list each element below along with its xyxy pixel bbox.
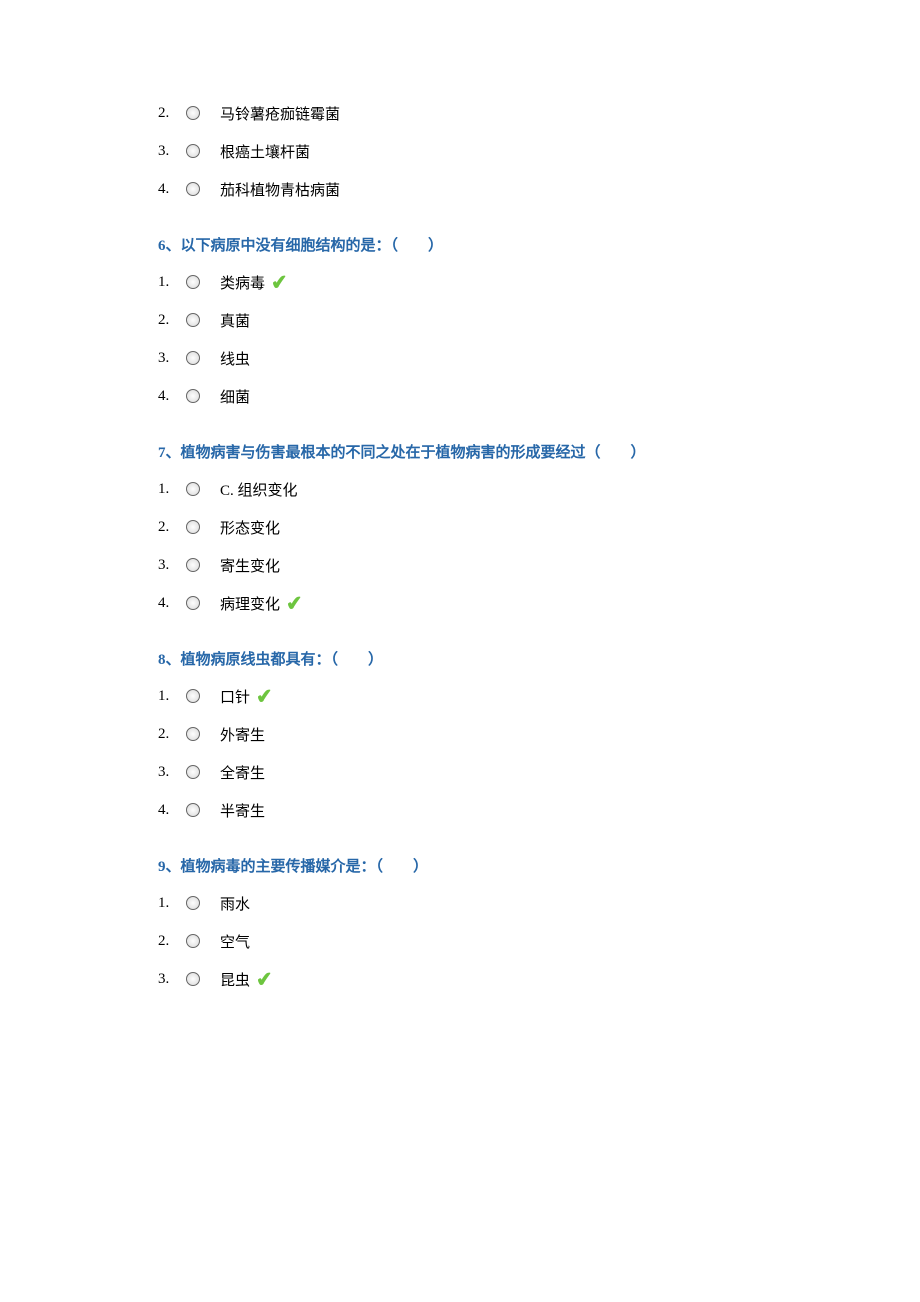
option-number: 2. bbox=[158, 105, 184, 122]
radio-icon[interactable] bbox=[186, 727, 200, 741]
question-title: 9、植物病毒的主要传播媒介是：（ ） bbox=[158, 855, 920, 876]
option-text: C. 组织变化 bbox=[220, 479, 298, 500]
option-text: 形态变化 bbox=[220, 517, 280, 538]
option-number: 1. bbox=[158, 481, 184, 498]
radio-icon[interactable] bbox=[186, 106, 200, 120]
option-number: 3. bbox=[158, 557, 184, 574]
option-number: 3. bbox=[158, 764, 184, 781]
radio-icon[interactable] bbox=[186, 482, 200, 496]
option-row: 3. 寄生变化 bbox=[158, 550, 920, 580]
option-row: 2. 形态变化 bbox=[158, 512, 920, 542]
question-title: 6、以下病原中没有细胞结构的是：（ ） bbox=[158, 234, 920, 255]
radio-icon[interactable] bbox=[186, 972, 200, 986]
radio-icon[interactable] bbox=[186, 765, 200, 779]
option-row: 2. 真菌 bbox=[158, 305, 920, 335]
option-text: 根癌土壤杆菌 bbox=[220, 141, 310, 162]
checkmark-icon: ✔ bbox=[270, 269, 289, 295]
radio-icon[interactable] bbox=[186, 275, 200, 289]
checkmark-icon: ✔ bbox=[255, 683, 274, 709]
option-number: 4. bbox=[158, 181, 184, 198]
radio-icon[interactable] bbox=[186, 558, 200, 572]
radio-icon[interactable] bbox=[186, 144, 200, 158]
option-text: 真菌 bbox=[220, 310, 250, 331]
option-row: 4. 细菌 bbox=[158, 381, 920, 411]
option-text: 病理变化 bbox=[220, 593, 280, 614]
option-number: 4. bbox=[158, 802, 184, 819]
radio-icon[interactable] bbox=[186, 313, 200, 327]
option-row: 2. 空气 bbox=[158, 926, 920, 956]
option-text: 全寄生 bbox=[220, 762, 265, 783]
option-text: 半寄生 bbox=[220, 800, 265, 821]
radio-icon[interactable] bbox=[186, 934, 200, 948]
option-row: 3. 昆虫✔ bbox=[158, 964, 920, 994]
option-number: 2. bbox=[158, 312, 184, 329]
option-text: 口针 bbox=[220, 686, 250, 707]
option-number: 3. bbox=[158, 143, 184, 160]
option-number: 1. bbox=[158, 688, 184, 705]
option-number: 3. bbox=[158, 350, 184, 367]
option-text: 线虫 bbox=[220, 348, 250, 369]
radio-icon[interactable] bbox=[186, 182, 200, 196]
option-text: 昆虫 bbox=[220, 969, 250, 990]
option-row: 4. 病理变化✔ bbox=[158, 588, 920, 618]
option-row: 4. 茄科植物青枯病菌 bbox=[158, 174, 920, 204]
checkmark-icon: ✔ bbox=[255, 966, 274, 992]
option-text: 寄生变化 bbox=[220, 555, 280, 576]
option-number: 3. bbox=[158, 971, 184, 988]
option-row: 3. 线虫 bbox=[158, 343, 920, 373]
option-text: 外寄生 bbox=[220, 724, 265, 745]
option-number: 1. bbox=[158, 895, 184, 912]
option-text: 细菌 bbox=[220, 386, 250, 407]
option-text: 马铃薯疮痂链霉菌 bbox=[220, 103, 340, 124]
option-text: 雨水 bbox=[220, 893, 250, 914]
option-row: 1. C. 组织变化 bbox=[158, 474, 920, 504]
radio-icon[interactable] bbox=[186, 689, 200, 703]
radio-icon[interactable] bbox=[186, 896, 200, 910]
option-row: 2. 外寄生 bbox=[158, 719, 920, 749]
radio-icon[interactable] bbox=[186, 596, 200, 610]
option-number: 2. bbox=[158, 933, 184, 950]
option-row: 4. 半寄生 bbox=[158, 795, 920, 825]
option-number: 4. bbox=[158, 388, 184, 405]
option-row: 1. 类病毒✔ bbox=[158, 267, 920, 297]
option-row: 2. 马铃薯疮痂链霉菌 bbox=[158, 98, 920, 128]
checkmark-icon: ✔ bbox=[285, 590, 304, 616]
option-number: 4. bbox=[158, 595, 184, 612]
radio-icon[interactable] bbox=[186, 351, 200, 365]
question-title: 7、植物病害与伤害最根本的不同之处在于植物病害的形成要经过（ ） bbox=[158, 441, 920, 462]
radio-icon[interactable] bbox=[186, 389, 200, 403]
radio-icon[interactable] bbox=[186, 520, 200, 534]
option-number: 2. bbox=[158, 726, 184, 743]
option-row: 1. 口针✔ bbox=[158, 681, 920, 711]
option-text: 类病毒 bbox=[220, 272, 265, 293]
option-number: 1. bbox=[158, 274, 184, 291]
question-title: 8、植物病原线虫都具有：（ ） bbox=[158, 648, 920, 669]
option-row: 3. 全寄生 bbox=[158, 757, 920, 787]
option-text: 茄科植物青枯病菌 bbox=[220, 179, 340, 200]
option-row: 1. 雨水 bbox=[158, 888, 920, 918]
option-text: 空气 bbox=[220, 931, 250, 952]
option-row: 3. 根癌土壤杆菌 bbox=[158, 136, 920, 166]
radio-icon[interactable] bbox=[186, 803, 200, 817]
option-number: 2. bbox=[158, 519, 184, 536]
